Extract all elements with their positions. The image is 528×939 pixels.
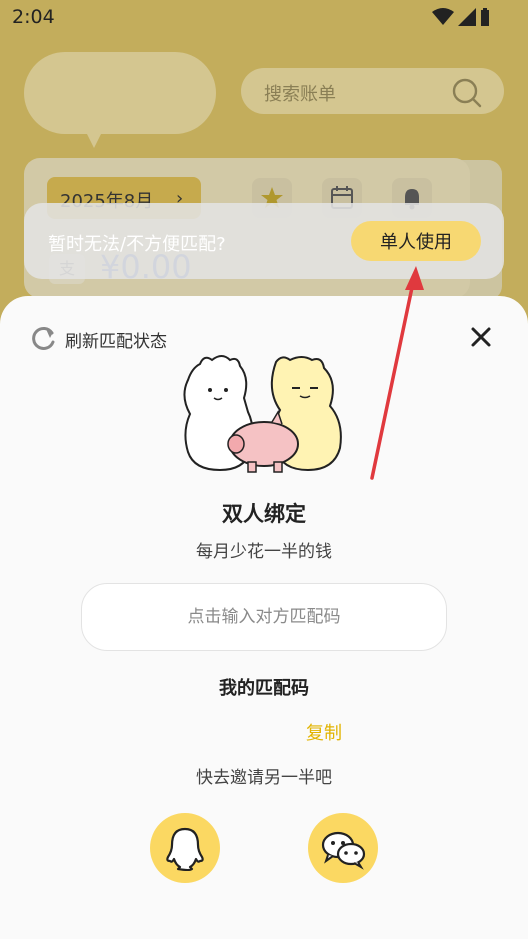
bears-piggybank-illustration bbox=[183, 355, 342, 473]
refresh-icon[interactable] bbox=[31, 325, 57, 351]
sheet-title: 双人绑定 bbox=[222, 502, 306, 526]
toast-message: 暂时无法/不方便匹配? bbox=[48, 234, 226, 255]
qq-icon bbox=[166, 827, 204, 872]
status-icons bbox=[432, 8, 490, 26]
battery-icon bbox=[481, 8, 489, 26]
status-bar: 2:04 bbox=[0, 0, 528, 36]
speech-bubble bbox=[24, 52, 216, 134]
my-code-label: 我的匹配码 bbox=[219, 678, 309, 699]
search-placeholder: 搜索账单 bbox=[264, 84, 336, 105]
speech-bubble-tail bbox=[82, 124, 106, 148]
copy-button[interactable]: 复制 bbox=[306, 719, 342, 745]
close-icon[interactable] bbox=[468, 324, 494, 350]
wifi-icon bbox=[432, 8, 454, 25]
share-qq-button[interactable] bbox=[150, 813, 220, 883]
signal-icon bbox=[458, 8, 476, 26]
wechat-icon bbox=[321, 831, 366, 870]
refresh-status-label[interactable]: 刷新匹配状态 bbox=[65, 327, 167, 352]
sheet-subtitle: 每月少花一半的钱 bbox=[196, 542, 332, 562]
single-use-button[interactable]: 单人使用 bbox=[351, 221, 481, 261]
partner-code-input[interactable] bbox=[81, 583, 447, 651]
share-wechat-button[interactable] bbox=[308, 813, 378, 883]
status-time: 2:04 bbox=[12, 6, 55, 28]
search-icon[interactable] bbox=[452, 78, 482, 108]
invite-text: 快去邀请另一半吧 bbox=[196, 768, 332, 788]
